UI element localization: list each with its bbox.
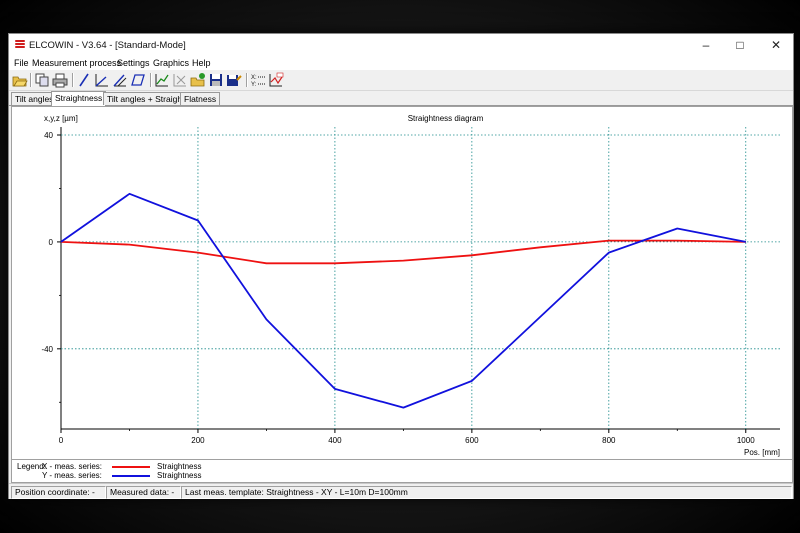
close-button[interactable]: ✕ [759,36,793,54]
legend-x-label: X - meas. series: [42,462,103,471]
x-axis-label: Pos. [mm] [744,448,780,457]
legend-y-label: Y - meas. series: [42,471,102,480]
x-tick-label: 1000 [737,436,755,445]
status-bar: Position coordinate: - Measured data: - … [9,483,793,499]
toolbar: X: Y: [9,70,793,91]
line-tool-icon[interactable] [76,72,92,88]
chart-title: Straightness diagram [408,114,484,123]
app-logo-icon [15,40,25,51]
series-line-1 [60,192,746,409]
y-tick-label: 0 [49,238,54,247]
open-template-icon[interactable] [190,72,206,88]
y-tick-label: 40 [44,131,53,140]
menu-graphics[interactable]: Graphics [153,58,189,68]
save-icon[interactable] [208,72,224,88]
angle-icon[interactable] [94,72,110,88]
x-tick-label: 400 [328,436,342,445]
legend-y-name: Straightness [157,471,202,480]
x-tick-label: 600 [465,436,479,445]
maximize-button[interactable]: □ [723,36,757,54]
window-title: ELCOWIN - V3.64 - [Standard-Mode] [29,40,186,51]
y-axis-label: x,y,z [µm] [44,114,78,123]
graph-settings-icon[interactable] [268,72,284,88]
chart-legend: Legend: X - meas. series: Straightness Y… [11,459,793,483]
x-tick-label: 200 [191,436,205,445]
chart-canvas: 0 200 400 600 800 1000400-40Straightness diag… [41,114,780,457]
minimize-button[interactable]: – [689,36,723,54]
chart-remove-icon[interactable] [172,72,188,88]
menu-settings[interactable]: Settings [117,58,150,68]
menu-bar: File Measurement process Settings Graphi… [9,56,793,70]
series-line-0 [60,239,746,265]
straightness-chart[interactable]: 0 200 400 600 800 1000 40 0 -40 Straightness diag… [11,106,793,460]
copy-icon[interactable] [34,72,50,88]
app-window: ELCOWIN - V3.64 - [Standard-Mode] – □ ✕ … [8,33,794,499]
parallelogram-icon[interactable] [130,72,146,88]
status-position: Position coordinate: - [11,486,106,499]
chart-add-icon[interactable] [154,72,170,88]
x-y-values-icon[interactable]: X: Y: [250,72,266,88]
angle-edit-icon[interactable] [112,72,128,88]
x-tick-label: 0 [59,436,64,445]
menu-file[interactable]: File [14,58,29,68]
open-icon[interactable] [12,72,28,88]
svg-text:Y:: Y: [251,82,257,88]
print-icon[interactable] [52,72,68,88]
tab-flatness[interactable]: Flatness [180,92,221,105]
tab-strip: Tilt angles Straightness Tilt angles + S… [9,91,793,106]
save-as-icon[interactable] [226,72,242,88]
legend-x-name: Straightness [157,462,202,471]
status-template: Last meas. template: Straightness - XY -… [181,486,792,499]
status-measured: Measured data: - [106,486,181,499]
tab-straightness[interactable]: Straightness [51,91,107,106]
legend-y-swatch [112,475,150,477]
svg-text:X:: X: [251,75,257,81]
menu-help[interactable]: Help [192,58,211,68]
menu-measurement-process[interactable]: Measurement process [32,58,121,68]
x-tick-label: 800 [602,436,616,445]
legend-x-swatch [112,466,150,468]
y-tick-label: -40 [41,345,53,354]
title-bar[interactable]: ELCOWIN - V3.64 - [Standard-Mode] – □ ✕ [9,34,793,56]
